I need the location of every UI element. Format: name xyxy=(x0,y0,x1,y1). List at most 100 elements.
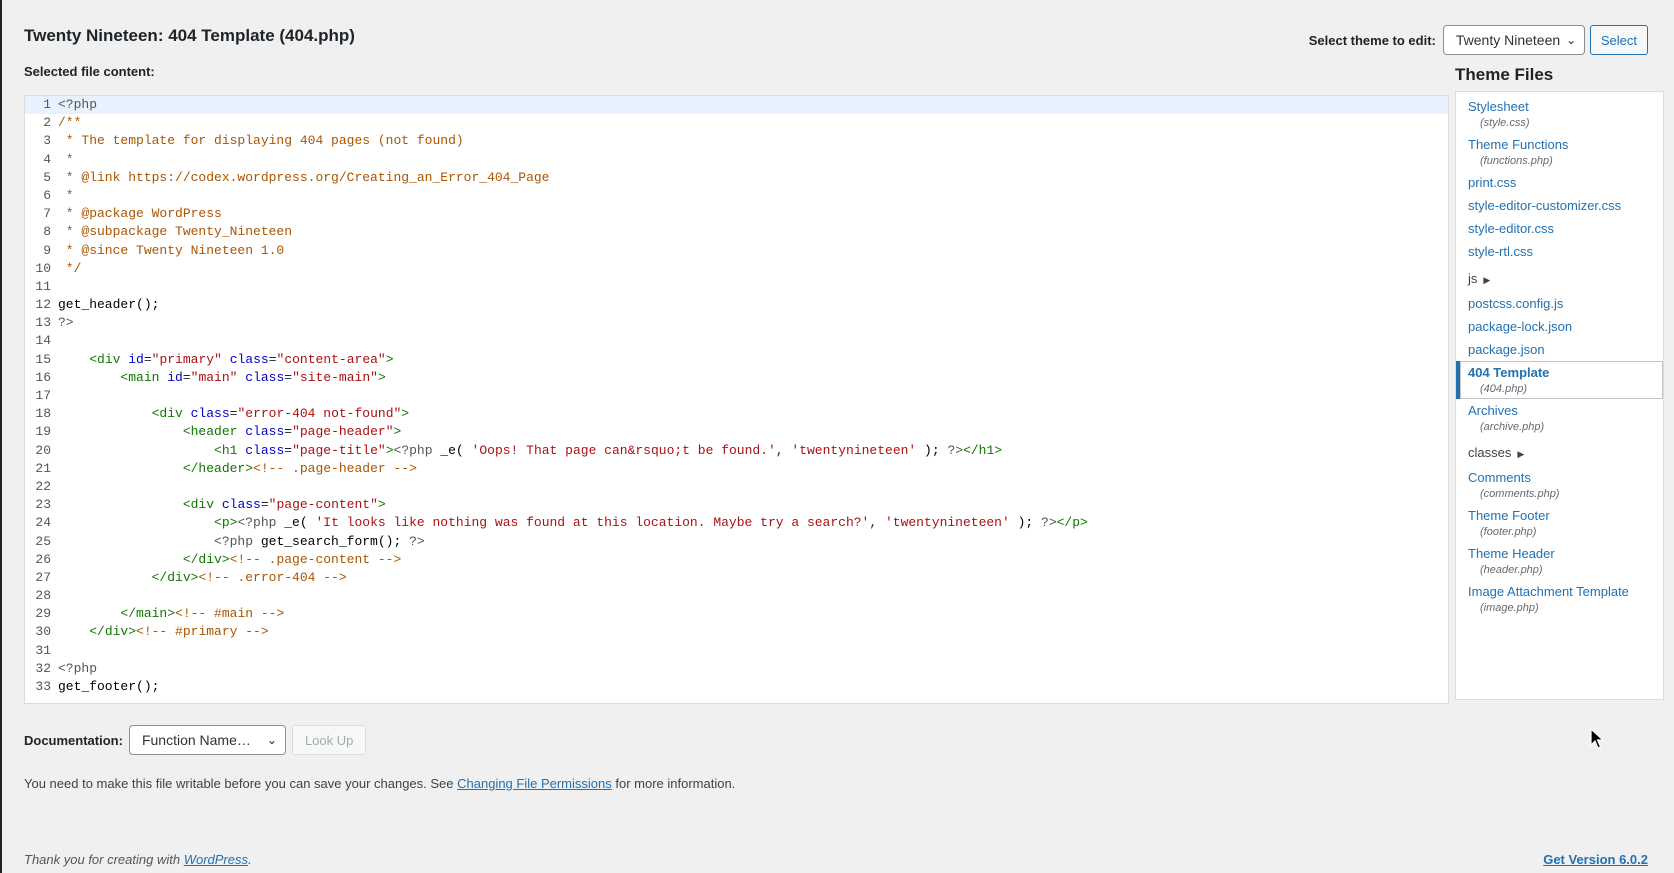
code-text: <?php xyxy=(58,96,1448,114)
code-token: <!-- #primary --> xyxy=(136,624,269,640)
look-up-button[interactable]: Look Up xyxy=(291,725,367,755)
code-line[interactable]: 10 */ xyxy=(25,260,1448,278)
code-line[interactable]: 16 <main id="main" class="site-main"> xyxy=(25,369,1448,387)
code-text: * @package WordPress xyxy=(58,205,1448,223)
theme-file-item[interactable]: print.css xyxy=(1456,171,1663,194)
line-number: 14 xyxy=(35,333,51,349)
theme-file-item[interactable]: Stylesheet (style.css) xyxy=(1456,95,1663,133)
theme-file-item[interactable]: Theme Footer (footer.php) xyxy=(1456,504,1663,542)
theme-file-item[interactable]: 404 Template (404.php) xyxy=(1456,361,1663,399)
code-token: </div> xyxy=(89,624,137,640)
code-token: "primary" xyxy=(151,351,222,367)
code-line[interactable]: 4 * xyxy=(25,151,1448,169)
code-line[interactable]: 22 xyxy=(25,478,1448,496)
code-line[interactable]: 18 <div class="error-404 not-found"> xyxy=(25,405,1448,423)
theme-file-link[interactable]: print.css xyxy=(1468,175,1651,190)
code-line[interactable]: 26 </div><!-- .page-content --> xyxy=(25,551,1448,569)
theme-file-item[interactable]: Comments (comments.php) xyxy=(1456,466,1663,504)
code-line[interactable]: 11 xyxy=(25,278,1448,296)
theme-file-item[interactable]: Theme Header (header.php) xyxy=(1456,542,1663,580)
theme-file-link[interactable]: style-editor.css xyxy=(1468,221,1651,236)
code-line[interactable]: 23 <div class="page-content"> xyxy=(25,496,1448,514)
code-line[interactable]: 29 </main><!-- #main --> xyxy=(25,605,1448,623)
theme-file-link[interactable]: 404 Template xyxy=(1468,365,1651,380)
theme-file-link[interactable]: Stylesheet xyxy=(1468,99,1651,114)
theme-file-link[interactable]: package-lock.json xyxy=(1468,319,1651,334)
code-token: = xyxy=(268,351,277,367)
line-number: 33 xyxy=(35,679,51,694)
code-line[interactable]: 24 <p><?php _e( 'It looks like nothing w… xyxy=(25,514,1448,532)
code-line[interactable]: 27 </div><!-- .error-404 --> xyxy=(25,569,1448,587)
code-line[interactable]: 30 </div><!-- #primary --> xyxy=(25,623,1448,641)
code-line[interactable]: 21 </header><!-- .page-header --> xyxy=(25,460,1448,478)
code-line[interactable]: 19 <header class="page-header"> xyxy=(25,423,1448,441)
code-token: <!-- #main --> xyxy=(175,606,285,622)
theme-file-link[interactable]: postcss.config.js xyxy=(1468,296,1651,311)
code-line[interactable]: 31 xyxy=(25,642,1448,660)
code-token: * @link https://codex.wordpress.org/Crea… xyxy=(58,169,550,185)
theme-file-link[interactable]: Theme Header xyxy=(1468,546,1651,561)
select-theme-button[interactable]: Select xyxy=(1589,25,1648,55)
theme-file-item[interactable]: Theme Functions (functions.php) xyxy=(1456,133,1663,171)
code-line[interactable]: 1 <?php xyxy=(25,96,1448,115)
theme-file-name: (style.css) xyxy=(1480,117,1530,129)
theme-file-link[interactable]: Image Attachment Template xyxy=(1468,584,1651,599)
code-editor[interactable]: 1 <?php 2/** 3 * The template for displayin… xyxy=(24,95,1449,704)
code-line[interactable]: 5 * @link https://codex.wordpress.org/Cr… xyxy=(25,169,1448,187)
line-number: 6 xyxy=(43,187,51,203)
code-line[interactable]: 14 xyxy=(25,332,1448,350)
theme-file-item[interactable]: Archives (archive.php) xyxy=(1456,399,1663,437)
theme-file-item[interactable]: style-rtl.css xyxy=(1456,240,1663,263)
theme-file-link[interactable]: Theme Functions xyxy=(1468,137,1651,152)
changing-file-permissions-link[interactable]: Changing File Permissions xyxy=(457,776,612,791)
theme-file-item[interactable]: package-lock.json xyxy=(1456,315,1663,338)
theme-file-item[interactable]: package.json xyxy=(1456,338,1663,361)
theme-file-link[interactable]: Theme Footer xyxy=(1468,508,1651,523)
code-line[interactable]: 2 /** xyxy=(25,114,1448,132)
code-token: * The template for displaying 404 pages … xyxy=(58,133,464,149)
code-line[interactable]: 25 <?php get_search_form(); ?> xyxy=(25,533,1448,551)
wordpress-link[interactable]: WordPress xyxy=(184,852,248,867)
theme-file-link[interactable]: Archives xyxy=(1468,403,1651,418)
code-token: class xyxy=(229,351,269,367)
code-line[interactable]: 6 * xyxy=(25,187,1448,205)
code-line[interactable]: 15 <div id="primary" class="content-area… xyxy=(25,351,1448,369)
code-token: <?php xyxy=(214,533,261,549)
code-line[interactable]: 12 get_header(); xyxy=(25,296,1448,314)
code-line[interactable]: 32 <?php xyxy=(25,660,1448,678)
folder-classes[interactable]: classes ▶ xyxy=(1456,437,1663,466)
theme-file-item[interactable]: style-editor.css xyxy=(1456,217,1663,240)
code-token: , xyxy=(775,442,792,458)
code-text: <?php xyxy=(58,660,1448,678)
theme-file-item[interactable]: Image Attachment Template (image.php) xyxy=(1456,580,1663,618)
code-line[interactable]: 7 * @package WordPress xyxy=(25,205,1448,223)
code-line[interactable]: 33 get_footer(); xyxy=(25,678,1448,696)
code-token: <?php xyxy=(58,660,98,676)
theme-file-link[interactable]: style-rtl.css xyxy=(1468,244,1651,259)
code-line[interactable]: 13 ?> xyxy=(25,314,1448,332)
folder-js[interactable]: js ▶ xyxy=(1456,263,1663,292)
theme-file-link[interactable]: package.json xyxy=(1468,342,1651,357)
code-token: 'It looks like nothing was found at this… xyxy=(315,515,870,531)
theme-select[interactable]: Twenty Nineteen ⌄ xyxy=(1442,25,1585,55)
code-token: ); xyxy=(916,442,948,458)
theme-file-name: (image.php) xyxy=(1480,602,1539,614)
theme-file-item[interactable]: style-editor-customizer.css xyxy=(1456,194,1663,217)
theme-file-link[interactable]: Comments xyxy=(1468,470,1651,485)
code-line[interactable]: 20 <h1 class="page-title"><?php _e( 'Oop… xyxy=(25,442,1448,460)
theme-file-item[interactable]: postcss.config.js xyxy=(1456,292,1663,315)
code-line[interactable]: 3 * The template for displaying 404 page… xyxy=(25,132,1448,150)
code-line[interactable]: 9 * @since Twenty Nineteen 1.0 xyxy=(25,242,1448,260)
code-token: ); xyxy=(1009,515,1042,531)
code-line[interactable]: 17 xyxy=(25,387,1448,405)
get-version-link[interactable]: Get Version 6.0.2 xyxy=(1543,852,1648,867)
theme-file-link[interactable]: style-editor-customizer.css xyxy=(1468,198,1651,213)
line-number: 25 xyxy=(35,533,51,549)
code-token: "main" xyxy=(190,369,238,385)
code-line[interactable]: 28 xyxy=(25,587,1448,605)
function-name-select[interactable]: Function Name… ⌄ xyxy=(128,725,286,755)
code-line[interactable]: 8 * @subpackage Twenty_Nineteen xyxy=(25,223,1448,241)
code-token: </p> xyxy=(1056,515,1088,531)
